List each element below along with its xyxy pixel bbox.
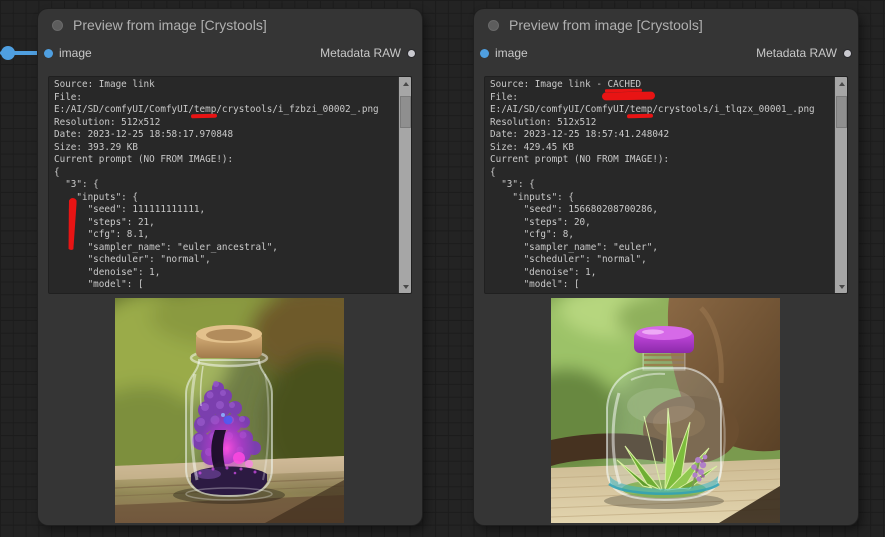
output-dot-icon[interactable] <box>407 49 416 58</box>
node-title-bar[interactable]: Preview from image [Crystools] <box>474 9 858 41</box>
node-title: Preview from image [Crystools] <box>509 17 703 33</box>
scroll-down-icon[interactable] <box>835 280 848 293</box>
node-title: Preview from image [Crystools] <box>73 17 267 33</box>
output-label: Metadata RAW <box>756 46 837 60</box>
output-dot-icon[interactable] <box>843 49 852 58</box>
preview-node-right[interactable]: Preview from image [Crystools] image Met… <box>474 9 858 525</box>
input-label: image <box>495 46 528 60</box>
input-port-image[interactable]: image <box>44 46 92 60</box>
metadata-text-widget[interactable]: Source: Image link File: E:/AI/SD/comfyU… <box>48 76 412 294</box>
output-port-metadata[interactable]: Metadata RAW <box>320 46 416 60</box>
collapse-dot-icon[interactable] <box>52 20 63 31</box>
preview-image-jar-purple-crystal <box>115 298 344 523</box>
input-dot-icon[interactable] <box>44 49 53 58</box>
link-reroute-dot[interactable] <box>1 46 15 60</box>
scrollbar[interactable] <box>834 77 847 293</box>
input-dot-icon[interactable] <box>480 49 489 58</box>
preview-image-jar-green-plant <box>551 298 780 523</box>
metadata-text-widget[interactable]: Source: Image link - CACHED File: E:/AI/… <box>484 76 848 294</box>
scrollbar[interactable] <box>398 77 411 293</box>
node-graph-canvas[interactable]: Preview from image [Crystools] image Met… <box>0 0 885 537</box>
scroll-down-icon[interactable] <box>399 280 412 293</box>
preview-node-left[interactable]: Preview from image [Crystools] image Met… <box>38 9 422 525</box>
metadata-text: Source: Image link File: E:/AI/SD/comfyU… <box>49 77 411 293</box>
input-port-image[interactable]: image <box>480 46 528 60</box>
scroll-up-icon[interactable] <box>399 77 412 90</box>
scroll-up-icon[interactable] <box>835 77 848 90</box>
input-label: image <box>59 46 92 60</box>
node-title-bar[interactable]: Preview from image [Crystools] <box>38 9 422 41</box>
output-port-metadata[interactable]: Metadata RAW <box>756 46 852 60</box>
output-label: Metadata RAW <box>320 46 401 60</box>
io-row: image Metadata RAW <box>474 47 858 59</box>
io-row: image Metadata RAW <box>38 47 422 59</box>
scrollbar-thumb[interactable] <box>836 96 847 128</box>
metadata-text: Source: Image link - CACHED File: E:/AI/… <box>485 77 847 293</box>
scrollbar-thumb[interactable] <box>400 96 411 128</box>
collapse-dot-icon[interactable] <box>488 20 499 31</box>
